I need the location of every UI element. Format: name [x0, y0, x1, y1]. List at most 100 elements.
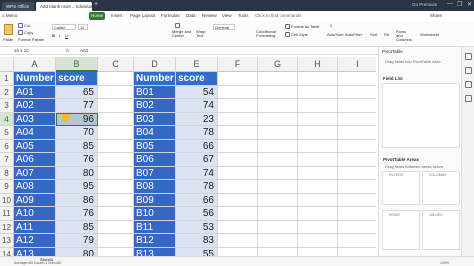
table-cell[interactable]: A06 [14, 153, 56, 167]
table-cell[interactable]: B05 [134, 139, 176, 153]
table-cell[interactable]: B09 [134, 193, 176, 207]
row-header-8[interactable]: 8 [0, 166, 14, 180]
empty-cell[interactable] [338, 194, 376, 207]
table-cell[interactable]: 70 [56, 126, 98, 140]
empty-cell[interactable] [338, 99, 376, 113]
table-cell[interactable]: B11 [134, 220, 176, 234]
paste-button[interactable]: Paste [3, 37, 13, 42]
table-cell[interactable]: 79 [56, 234, 98, 248]
empty-cell[interactable] [258, 207, 298, 221]
table-cell[interactable]: B06 [134, 153, 176, 167]
tab-data[interactable]: Data [186, 12, 196, 20]
quick-analysis-icon[interactable] [62, 114, 69, 122]
empty-cell[interactable] [218, 193, 258, 207]
table-cell[interactable]: B07 [134, 166, 176, 180]
table-cell[interactable]: A01 [14, 85, 56, 99]
empty-cell[interactable] [218, 99, 258, 113]
empty-cell[interactable] [338, 126, 376, 140]
empty-cell[interactable] [218, 153, 258, 167]
column-header-a[interactable]: A [14, 57, 56, 72]
table-cell[interactable]: 67 [176, 153, 218, 167]
row-header-6[interactable]: 6 [0, 139, 14, 153]
empty-cell[interactable] [218, 247, 258, 256]
table-cell[interactable]: B02 [134, 99, 176, 113]
merge-center-button[interactable]: Merge and Center [172, 30, 192, 38]
empty-cell[interactable] [98, 126, 134, 140]
empty-cell[interactable] [338, 180, 376, 194]
table-cell[interactable]: 76 [56, 153, 98, 167]
empty-cell[interactable] [218, 166, 258, 180]
close-button[interactable]: ✕ [467, 1, 472, 8]
underline-button[interactable]: U [65, 33, 68, 38]
empty-cell[interactable] [98, 207, 134, 221]
autofilter-button[interactable]: AutoFilter [345, 32, 362, 37]
empty-cell[interactable] [218, 126, 258, 140]
row-header-7[interactable]: 7 [0, 153, 14, 167]
row-header-1[interactable]: 1 [0, 72, 14, 86]
table-cell[interactable]: A03 [14, 112, 56, 126]
empty-cell[interactable] [338, 248, 376, 257]
row-header-5[interactable]: 5 [0, 126, 14, 140]
empty-cell[interactable] [298, 166, 338, 180]
merge-icon[interactable] [175, 23, 181, 29]
table-cell[interactable]: 66 [176, 139, 218, 153]
empty-cell[interactable] [338, 140, 376, 153]
rows-area[interactable] [382, 210, 420, 250]
table-cell[interactable]: 76 [56, 207, 98, 221]
table-cell[interactable]: 86 [56, 193, 98, 207]
table-cell[interactable]: A02 [14, 99, 56, 113]
table-cell[interactable]: 80 [56, 247, 98, 256]
column-header-f[interactable]: F [218, 57, 258, 72]
empty-cell[interactable] [298, 220, 338, 234]
empty-cell[interactable] [98, 247, 134, 256]
empty-cell[interactable] [298, 85, 338, 99]
empty-cell[interactable] [258, 139, 298, 153]
table-cell[interactable]: 54 [176, 85, 218, 99]
empty-cell[interactable] [298, 139, 338, 153]
table-cell[interactable]: 85 [56, 139, 98, 153]
table-cell[interactable]: 56 [176, 207, 218, 221]
fill-button[interactable]: Fill [384, 32, 389, 37]
bold-button[interactable]: B [52, 33, 55, 38]
table-cell[interactable]: 23 [176, 112, 218, 126]
empty-cell[interactable] [338, 113, 376, 126]
empty-cell[interactable] [298, 180, 338, 194]
font-family-select[interactable]: Calibri [52, 24, 76, 30]
document-tab[interactable]: Add blank rows ...ndividual tabs [36, 2, 92, 11]
column-header-g[interactable]: G [258, 57, 298, 72]
column-header-h[interactable]: H [298, 57, 338, 72]
table-cell[interactable]: B03 [134, 112, 176, 126]
table-cell[interactable]: 74 [176, 99, 218, 113]
empty-cell[interactable] [218, 112, 258, 126]
empty-cell[interactable] [298, 112, 338, 126]
minimize-button[interactable]: — [447, 1, 453, 7]
empty-cell[interactable] [258, 85, 298, 99]
paste-icon[interactable] [4, 24, 13, 35]
table-cell[interactable]: A09 [14, 193, 56, 207]
table-cell[interactable]: A11 [14, 220, 56, 234]
column-header-e[interactable]: E [176, 57, 218, 72]
go-premium-link[interactable]: Go Premium [412, 2, 437, 7]
number-format-select[interactable]: General [213, 24, 235, 30]
row-header-10[interactable]: 10 [0, 193, 14, 207]
table-cell[interactable]: B04 [134, 126, 176, 140]
cut-button[interactable]: Cut [18, 23, 30, 29]
tab-view[interactable]: View [222, 12, 232, 20]
empty-cell[interactable] [258, 234, 298, 248]
empty-cell[interactable] [258, 126, 298, 140]
empty-cell[interactable] [298, 99, 338, 113]
empty-cell[interactable] [298, 247, 338, 256]
empty-cell[interactable] [98, 180, 134, 194]
table-header-cell[interactable]: score [56, 72, 98, 86]
table-cell[interactable]: 55 [176, 247, 218, 256]
table-header-cell[interactable]: Number [134, 72, 176, 86]
table-cell[interactable]: A10 [14, 207, 56, 221]
sort-button[interactable]: Sort [370, 32, 377, 37]
table-cell[interactable]: 83 [176, 234, 218, 248]
table-header-cell[interactable]: score [176, 72, 218, 86]
copy-button[interactable]: Copy [18, 30, 33, 36]
empty-cell[interactable] [98, 99, 134, 113]
table-cell[interactable]: A04 [14, 126, 56, 140]
empty-cell[interactable] [218, 85, 258, 99]
empty-cell[interactable] [218, 139, 258, 153]
